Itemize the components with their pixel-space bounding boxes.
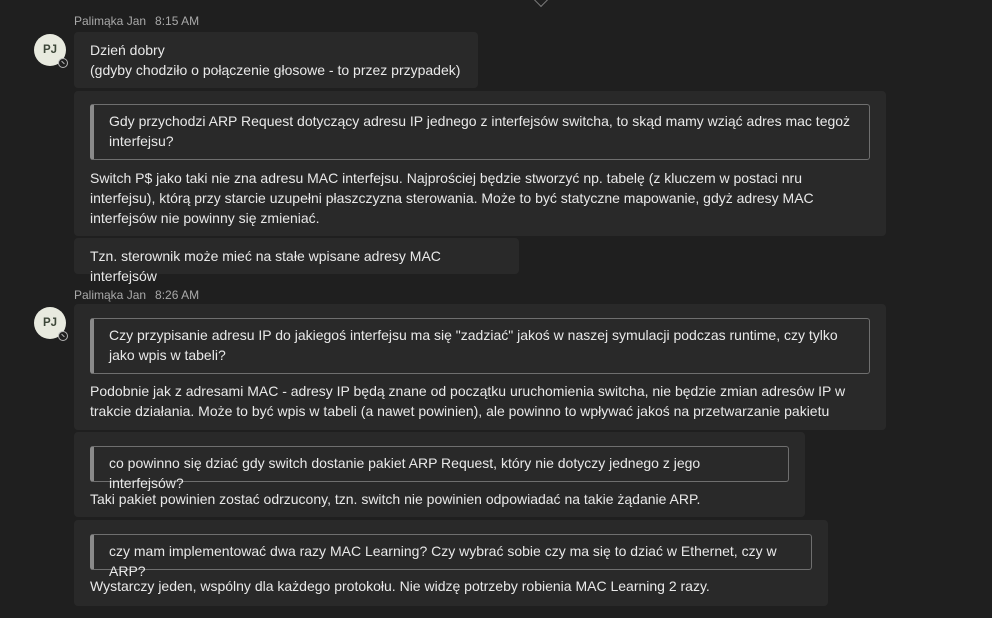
avatar-initials: PJ xyxy=(42,44,58,56)
message-text: Taki pakiet powinien zostać odrzucony, t… xyxy=(90,491,701,507)
message-timestamp: 8:26 AM xyxy=(155,288,200,302)
quoted-text: Gdy przychodzi ARP Request dotyczący adr… xyxy=(109,113,851,149)
presence-offline-icon xyxy=(58,58,68,68)
quoted-message[interactable]: co powinno się dziać gdy switch dostanie… xyxy=(90,446,789,491)
quoted-message[interactable]: Gdy przychodzi ARP Request dotyczący adr… xyxy=(90,104,870,160)
message-bubble[interactable]: Gdy przychodzi ARP Request dotyczący adr… xyxy=(74,91,886,236)
chevron-down-icon[interactable] xyxy=(533,0,549,8)
message-bubble[interactable]: Czy przypisanie adresu IP do jakiegoś in… xyxy=(74,304,886,430)
message-bubble[interactable]: co powinno się dziać gdy switch dostanie… xyxy=(74,432,805,517)
quoted-message[interactable]: Czy przypisanie adresu IP do jakiegoś in… xyxy=(90,318,870,374)
message-text: Podobnie jak z adresami MAC - adresy IP … xyxy=(90,383,846,419)
message-text: Tzn. sterownik może mieć na stałe wpisan… xyxy=(90,248,441,284)
message-text: Dzień dobry (gdyby chodziło o połączenie… xyxy=(90,42,461,78)
quoted-message[interactable]: czy mam implementować dwa razy MAC Learn… xyxy=(90,534,812,579)
avatar-initials: PJ xyxy=(42,317,58,329)
message-timestamp: 8:15 AM xyxy=(155,14,200,28)
avatar[interactable]: PJ xyxy=(34,307,68,341)
message-bubble[interactable]: Tzn. sterownik może mieć na stałe wpisan… xyxy=(74,238,519,284)
author-name: Palimąka Jan xyxy=(74,288,147,302)
chat-thread: Palimąka Jan 8:15 AM PJ Dzień dobry (gdyb… xyxy=(0,0,992,618)
message-text: Wystarczy jeden, wspólny dla każdego pro… xyxy=(90,578,710,594)
message-bubble[interactable]: czy mam implementować dwa razy MAC Learn… xyxy=(74,520,828,606)
avatar[interactable]: PJ xyxy=(34,34,68,68)
message-text: Switch P$ jako taki nie zna adresu MAC i… xyxy=(90,170,814,226)
author-name: Palimąka Jan xyxy=(74,14,147,28)
message-header: Palimąka Jan 8:26 AM xyxy=(74,288,199,302)
quoted-text: Czy przypisanie adresu IP do jakiegoś in… xyxy=(109,327,838,363)
quoted-text: co powinno się dziać gdy switch dostanie… xyxy=(109,455,701,491)
message-bubble[interactable]: Dzień dobry (gdyby chodziło o połączenie… xyxy=(74,32,478,88)
message-header: Palimąka Jan 8:15 AM xyxy=(74,14,199,28)
presence-offline-icon xyxy=(58,331,68,341)
quoted-text: czy mam implementować dwa razy MAC Learn… xyxy=(109,543,777,579)
